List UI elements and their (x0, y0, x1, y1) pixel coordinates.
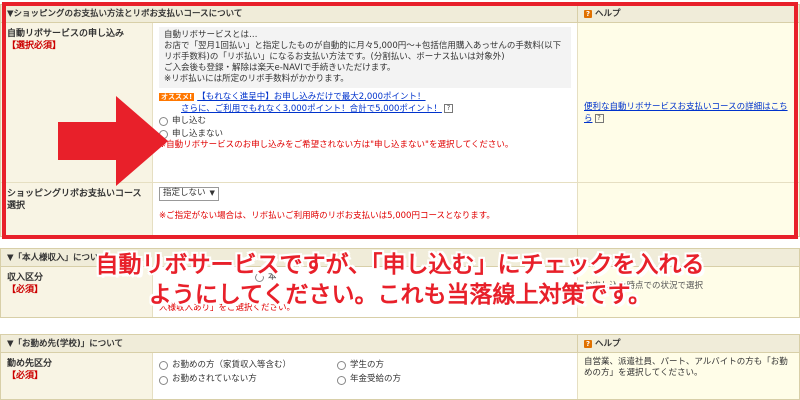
workplace-row: 勤め先区分 【必須】 お勤めの方（家賃収入等含む） 学生の方 お勤めされていない… (1, 353, 799, 399)
radio-option[interactable]: お勤めの方（家賃収入等含む） (159, 360, 337, 371)
auto-revo-help: 便利な自動リボサービスお支払いコースの詳細はこちら? (578, 23, 799, 182)
info-line: お店で「翌月1回払い」と指定したものが自動的に月々5,000円〜+包括信用購入あ… (164, 41, 562, 63)
radio-button[interactable] (337, 375, 346, 385)
revo-course-value: 指定しない ▼ ※ご指定がない場合は、リボ払いご利用時のリボお支払いは5,000… (153, 183, 578, 236)
annotation-line-1: 自動リボサービスですが、「申し込む」にチェックを入れる (95, 252, 705, 278)
promo-block: オススメ! 【もれなく進呈中】お申し込みだけで最大2,000ポイント！ さらに、ご… (159, 92, 571, 115)
radio-option[interactable]: お勤めされていない方 (159, 374, 337, 385)
workplace-help: 自営業、派遣社員、パート、アルバイトの方も「お勤めの方」を選択してください。 (578, 353, 799, 399)
radio-button[interactable] (159, 129, 168, 139)
section-title: ▼ショッピングのお支払い方法とリボお支払いコースについて (1, 5, 578, 22)
required-badge: 【選択必須】 (7, 41, 62, 52)
radio-button[interactable] (159, 375, 168, 385)
auto-revo-note: ※自動リボサービスのお申し込みをご希望されない方は"申し込まない"を選択してくだ… (159, 140, 514, 151)
workplace-section: ▼「お勤め先(学校)」について ヘルプ 勤め先区分 【必須】 お勤めの方（家賃収… (0, 334, 800, 400)
radio-button[interactable] (337, 361, 346, 371)
recommend-badge: オススメ! (159, 93, 195, 102)
auto-revo-value: 自動リボサービスとは… お店で「翌月1回払い」と指定したものが自動的に月々5,0… (153, 23, 578, 182)
auto-revo-help-link[interactable]: 便利な自動リボサービスお支払いコースの詳細はこちら (584, 102, 788, 124)
payment-section: ▼ショッピングのお支払い方法とリボお支払いコースについて ヘルプ 自動リボサービ… (0, 4, 800, 237)
auto-revo-row: 自動リボサービスの申し込み 【選択必須】 自動リボサービスとは… お店で「翌月1… (1, 23, 799, 183)
radio-option[interactable]: 学生の方 (337, 360, 517, 371)
radio-not-apply[interactable]: 申し込まない (159, 129, 571, 140)
chevron-down-icon: ▼ (209, 189, 215, 198)
required-badge: 【必須】 (7, 371, 44, 382)
revo-course-select[interactable]: 指定しない ▼ (159, 187, 219, 201)
radio-button[interactable] (159, 117, 168, 127)
payment-section-header: ▼ショッピングのお支払い方法とリボお支払いコースについて ヘルプ (1, 5, 799, 23)
revo-course-note: ※ご指定がない場合は、リボ払いご利用時のリボお支払いは5,000円コースとなりま… (159, 211, 495, 221)
auto-revo-label: 自動リボサービスの申し込み 【選択必須】 (1, 23, 153, 182)
revo-course-label: ショッピングリボお支払いコース選択 (1, 183, 153, 236)
radio-button[interactable] (159, 361, 168, 371)
help-header: ヘルプ (578, 5, 799, 22)
workplace-options: お勤めの方（家賃収入等含む） 学生の方 お勤めされていない方 年金受給の方 (159, 360, 571, 386)
workplace-help-text: 自営業、派遣社員、パート、アルバイトの方も「お勤めの方」を選択してください。 (584, 357, 788, 379)
workplace-value: お勤めの方（家賃収入等含む） 学生の方 お勤めされていない方 年金受給の方 (153, 353, 578, 399)
help-question-icon[interactable]: ? (443, 103, 453, 113)
info-line: 自動リボサービスとは… (164, 30, 258, 40)
workplace-label: 勤め先区分 【必須】 (1, 353, 153, 399)
help-header: ヘルプ (578, 335, 799, 352)
info-line: ※リボ払いには所定のリボ手数料がかかります。 (164, 74, 349, 85)
section-title: ▼「お勤め先(学校)」について (1, 335, 578, 352)
revo-course-row: ショッピングリボお支払いコース選択 指定しない ▼ ※ご指定がない場合は、リボ払… (1, 183, 799, 236)
radio-apply[interactable]: 申し込む (159, 116, 571, 127)
promo-link-2[interactable]: さらに、ご利用でもれなく3,000ポイント！合計で5,000ポイント！ (181, 104, 442, 114)
help-question-icon[interactable]: ? (594, 114, 604, 124)
auto-revo-info-box: 自動リボサービスとは… お店で「翌月1回払い」と指定したものが自動的に月々5,0… (159, 27, 571, 89)
annotation-line-2: ようにしてください。これも当落線上対策です。 (148, 282, 652, 308)
revo-course-help (578, 183, 799, 236)
radio-option[interactable]: 年金受給の方 (337, 374, 517, 385)
promo-link[interactable]: 【もれなく進呈中】お申し込みだけで最大2,000ポイント！ (197, 92, 425, 102)
workplace-section-header: ▼「お勤め先(学校)」について ヘルプ (1, 335, 799, 353)
info-line: ご入会後も登録・解除は楽天e-NAVIで手続きいただけます。 (164, 63, 396, 74)
